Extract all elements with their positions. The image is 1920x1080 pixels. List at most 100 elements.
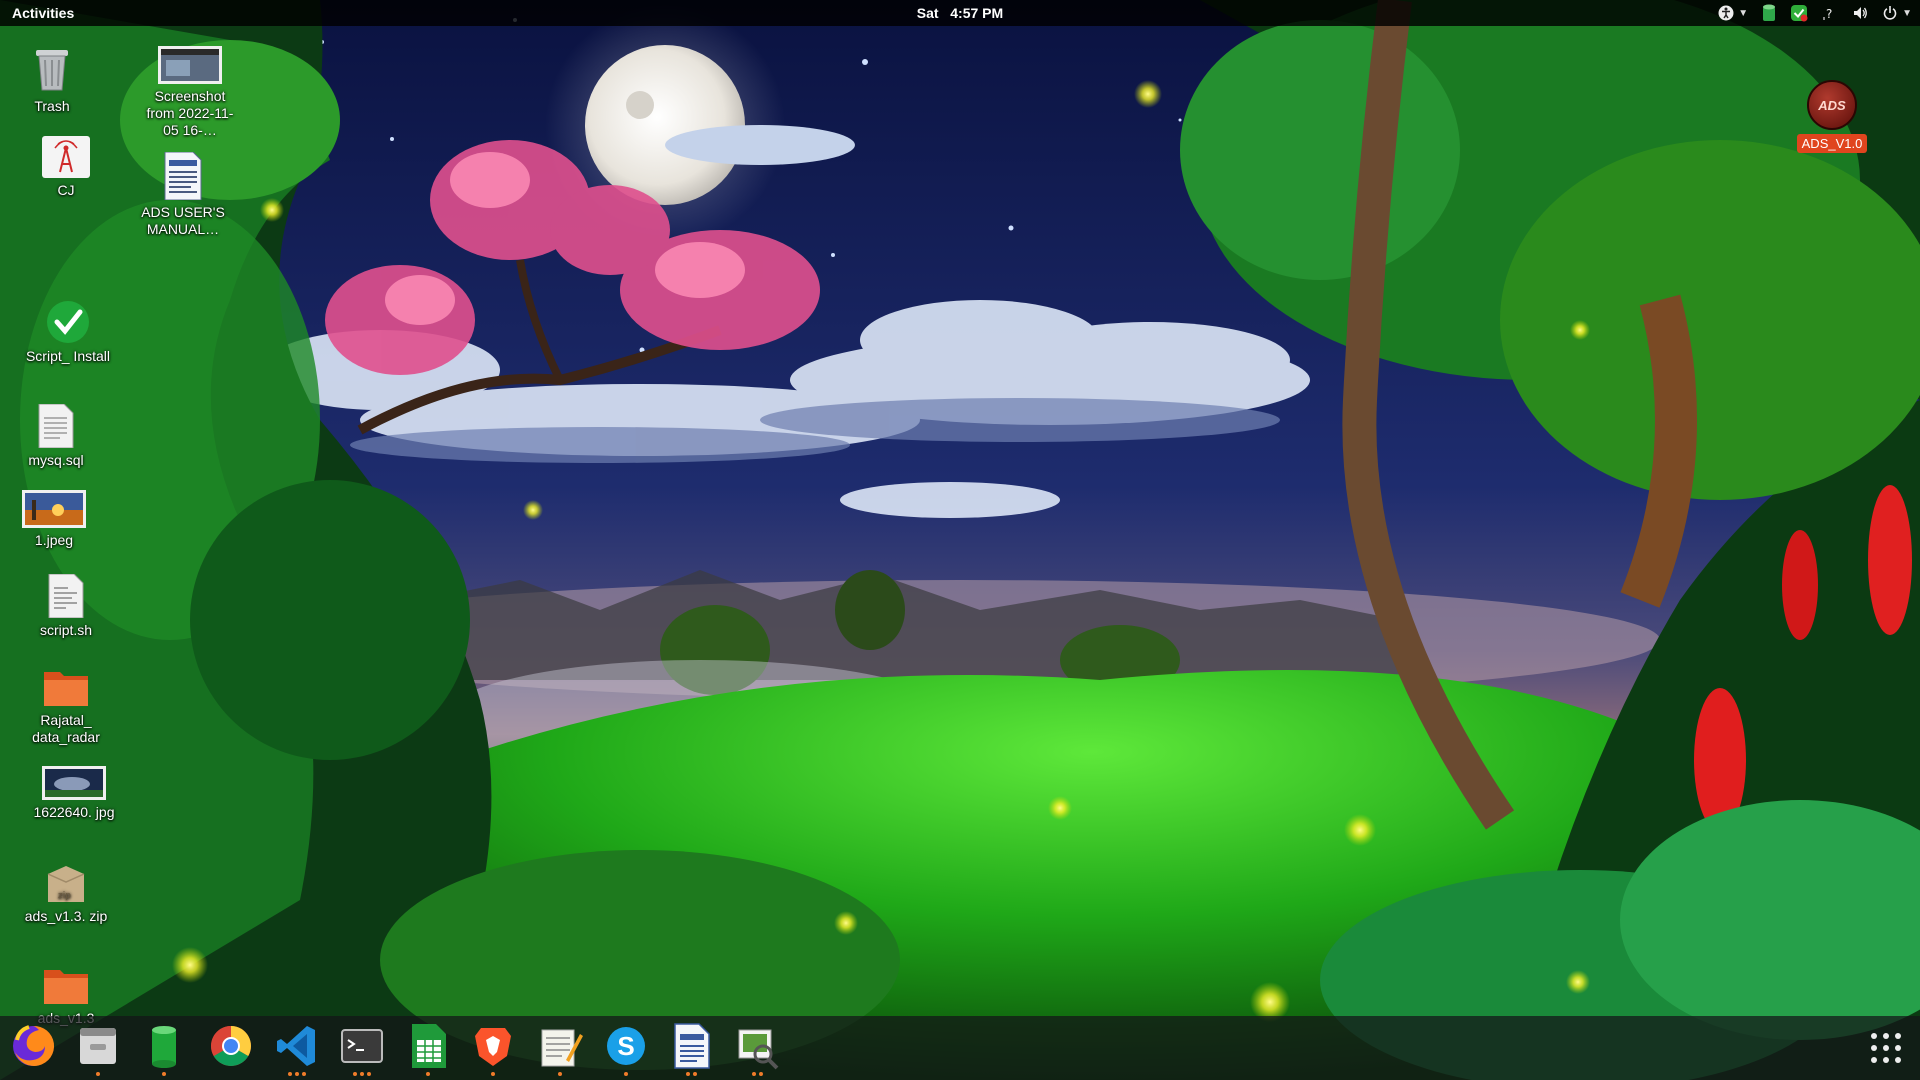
folder-icon <box>44 970 88 1004</box>
running-dot <box>353 1072 357 1076</box>
tray-network[interactable]: ? <box>1822 5 1838 21</box>
clock-day: Sat <box>916 5 939 21</box>
dock-app-document-viewer[interactable] <box>665 1022 717 1076</box>
network-unknown-icon: ? <box>1823 7 1832 21</box>
svg-text:zip: zip <box>58 891 71 901</box>
spreadsheet-icon <box>412 1024 446 1068</box>
desktop-wallpaper <box>0 0 1920 1080</box>
script-file-icon <box>48 574 84 618</box>
image-thumbnail-icon <box>42 766 106 800</box>
accessibility-icon <box>1718 5 1734 21</box>
ads-logo: ADS <box>1807 80 1857 130</box>
image-thumbnail-icon <box>158 46 222 84</box>
desktop-icon-trash[interactable]: Trash <box>2 44 102 115</box>
running-dot <box>624 1072 628 1076</box>
text-file-icon <box>38 404 74 448</box>
document-icon <box>164 152 202 200</box>
svg-text:?: ? <box>1826 7 1832 21</box>
running-dot <box>426 1072 430 1076</box>
shield-check-icon <box>1791 5 1808 22</box>
accessibility-menu[interactable]: ▼ <box>1718 5 1748 21</box>
running-dot <box>96 1072 100 1076</box>
desktop-icon-label: 1.jpeg <box>34 532 74 548</box>
checkmark-icon <box>47 301 89 343</box>
app-grid-icon <box>1871 1033 1901 1063</box>
tray-volume[interactable] <box>1852 5 1868 21</box>
dock-app-skype[interactable]: S <box>600 1022 652 1076</box>
running-dot <box>360 1072 364 1076</box>
running-dot <box>302 1072 306 1076</box>
chrome-icon <box>211 1026 251 1066</box>
show-applications-button[interactable] <box>1868 1030 1904 1066</box>
radio-tower-icon <box>42 136 90 178</box>
dock: S <box>0 1016 1920 1080</box>
dock-app-chrome[interactable] <box>205 1022 257 1074</box>
tray-database[interactable] <box>1762 4 1776 22</box>
activities-button[interactable]: Activities <box>12 5 74 21</box>
running-indicator <box>600 1072 652 1076</box>
desktop-icon-label: script.sh <box>39 622 93 638</box>
trash-icon <box>36 50 68 91</box>
dock-app-text-editor[interactable] <box>534 1022 586 1076</box>
dock-app-database[interactable] <box>138 1022 190 1076</box>
volume-icon <box>1854 7 1867 19</box>
running-dot <box>751 1072 756 1076</box>
desktop-icon-screenshot[interactable]: Screenshot from 2022-11-05 16-… <box>140 46 240 139</box>
running-indicator <box>467 1072 519 1076</box>
svg-text:S: S <box>617 1031 634 1061</box>
running-indicator <box>336 1072 388 1076</box>
tray-power[interactable]: ▼ <box>1882 5 1912 21</box>
zip-archive-icon: zip <box>47 866 85 902</box>
dock-app-firefox[interactable] <box>7 1022 59 1074</box>
running-indicator <box>534 1072 586 1076</box>
desktop-icon-1-jpeg[interactable]: 1.jpeg <box>4 490 104 549</box>
brave-icon <box>475 1028 511 1066</box>
desktop-icon-script-sh[interactable]: script.sh <box>16 574 116 639</box>
desktop-icon-ads-manual[interactable]: ADS USER'S MANUAL… <box>133 152 233 238</box>
clock-button[interactable]: Sat 4:57 PM <box>917 5 1003 21</box>
folder-icon <box>44 672 88 706</box>
running-indicator <box>271 1072 323 1076</box>
desktop-icon-1622640-jpg[interactable]: 1622640. jpg <box>24 766 124 821</box>
text-editor-icon <box>541 1029 583 1067</box>
image-viewer-icon <box>738 1029 779 1070</box>
desktop-icon-cj[interactable]: CJ <box>16 136 116 199</box>
desktop-icon-label: ads_v1.3. zip <box>24 908 108 924</box>
running-dot <box>685 1072 690 1076</box>
running-dot <box>295 1072 299 1076</box>
terminal-icon <box>341 1029 383 1063</box>
running-indicator <box>72 1072 124 1076</box>
tray-shield[interactable] <box>1790 4 1808 22</box>
desktop-icon-script-install[interactable]: Script_ Install <box>18 300 118 365</box>
files-icon <box>80 1028 116 1064</box>
desktop-icon-label: CJ <box>57 182 75 198</box>
dock-app-spreadsheet[interactable] <box>402 1022 454 1076</box>
skype-icon: S <box>607 1027 645 1065</box>
running-dot <box>491 1072 495 1076</box>
desktop-icon-rajatal-data-radar[interactable]: Rajatal_ data_radar <box>16 668 116 746</box>
dock-app-image-viewer[interactable] <box>731 1022 783 1076</box>
vscode-icon <box>277 1026 315 1066</box>
chevron-down-icon: ▼ <box>1738 7 1749 19</box>
firefox-icon <box>13 1025 55 1066</box>
dock-app-vscode[interactable] <box>271 1022 323 1076</box>
dock-app-files[interactable] <box>72 1022 124 1076</box>
running-dot <box>288 1072 292 1076</box>
database-icon <box>1763 4 1776 21</box>
desktop-icon-ads-zip[interactable]: zip ads_v1.3. zip <box>16 864 116 925</box>
desktop-icon-label: ADS USER'S MANUAL… <box>141 204 225 237</box>
power-icon <box>1883 6 1897 20</box>
dock-app-terminal[interactable] <box>336 1022 388 1076</box>
dock-app-brave[interactable] <box>467 1022 519 1076</box>
ads-widget[interactable]: ADS ADS_V1.0 <box>1792 80 1872 153</box>
desktop-icon-label: mysq.sql <box>28 452 84 468</box>
running-dot <box>162 1072 166 1076</box>
ads-widget-label: ADS_V1.0 <box>1796 134 1868 153</box>
top-bar: Activities Sat 4:57 PM ▼ ? ▼ <box>0 0 1920 26</box>
clock-time: 4:57 PM <box>950 5 1004 21</box>
desktop-icon-label: Screenshot from 2022-11-05 16-… <box>146 88 234 138</box>
desktop-icon-label: Trash <box>34 98 70 114</box>
running-dot <box>558 1072 562 1076</box>
desktop-icon-mysql-sql[interactable]: mysq.sql <box>6 404 106 469</box>
desktop-icon-label: 1622640. jpg <box>33 804 115 820</box>
